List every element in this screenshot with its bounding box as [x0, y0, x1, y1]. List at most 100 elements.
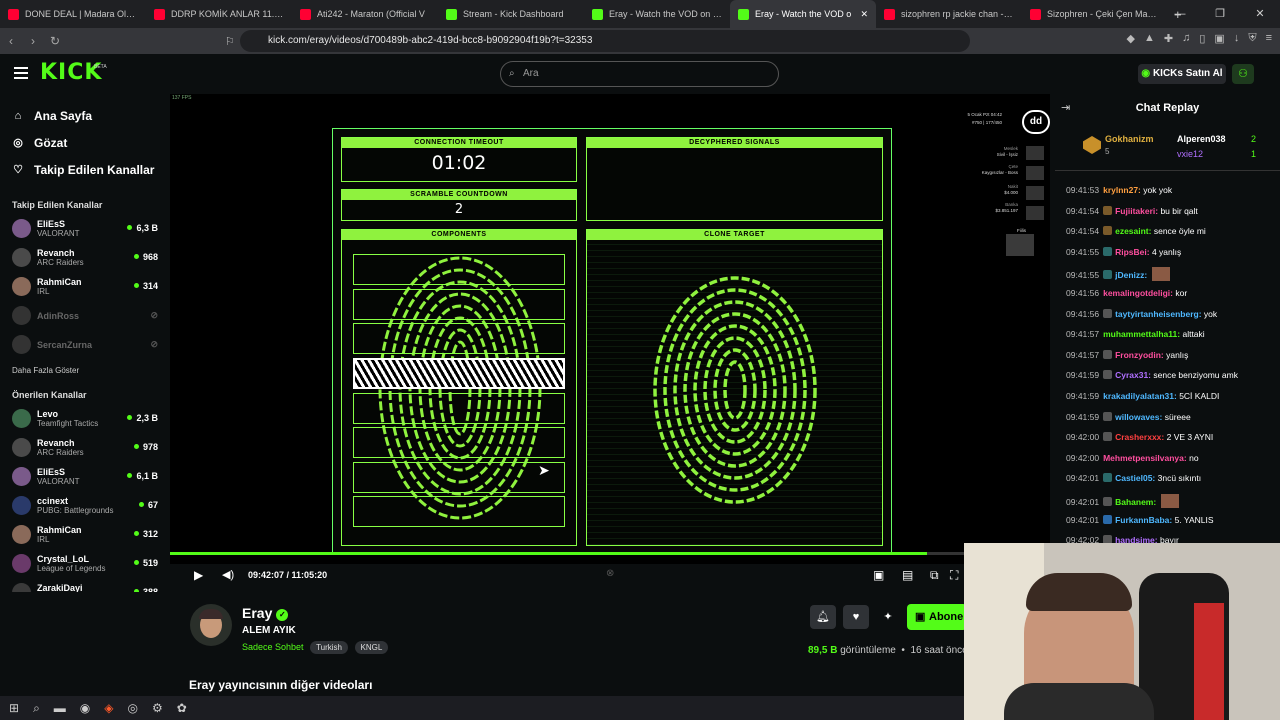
show-more-link[interactable]: Daha Fazla Göster [0, 359, 170, 382]
browser-tab[interactable]: Ati242 - Maraton (Official V [292, 0, 438, 28]
extension-icon[interactable]: ◆ [1127, 32, 1135, 45]
category-link[interactable]: Sadece Sohbet [242, 642, 304, 652]
close-tab-icon[interactable]: ✕ [860, 9, 868, 20]
chat-username[interactable]: FurkannBaba: [1115, 515, 1172, 525]
chat-username[interactable]: jDenizz: [1115, 270, 1147, 280]
brave-icon[interactable]: ◈ [104, 701, 113, 715]
volume-icon[interactable]: ◀) [222, 568, 234, 581]
component-slot[interactable] [353, 496, 565, 527]
close-window-icon[interactable]: ✕ [1240, 0, 1280, 28]
chat-username[interactable]: willowaves: [1115, 412, 1162, 422]
url-field[interactable]: kick.com/eray/videos/d700489b-abc2-419d-… [240, 30, 970, 52]
chat-username[interactable]: krakadilyalatan31: [1103, 391, 1177, 401]
browser-tab[interactable]: Sizophren - Çeki Çen Maceral [1022, 0, 1168, 28]
chat-username[interactable]: Cyrax31: [1115, 370, 1151, 380]
chat-username[interactable]: ezesaint: [1115, 226, 1151, 236]
folder-icon[interactable]: ▬ [54, 701, 66, 715]
chat-username[interactable]: Bahanem: [1115, 497, 1156, 507]
channel-avatar[interactable] [190, 604, 232, 646]
chat-badge-icon [1103, 514, 1113, 524]
download-icon[interactable]: ↓ [1234, 32, 1240, 45]
channel-item-name: RahmiCan [37, 277, 82, 287]
component-slot[interactable] [353, 289, 565, 320]
kicks-wallet-icon[interactable]: ⚇ [1232, 64, 1254, 84]
back-icon[interactable]: ‹ [0, 34, 22, 48]
component-slot[interactable] [353, 462, 565, 493]
component-slot[interactable] [353, 427, 565, 458]
music-icon[interactable]: ♫ [1182, 32, 1190, 45]
chat-username[interactable]: kemalingotdeligi: [1103, 288, 1173, 298]
bookmark-icon[interactable]: ⚐ [225, 35, 235, 48]
play-icon[interactable]: ▶ [194, 568, 203, 582]
sparkle-icon[interactable]: ✦ [875, 605, 901, 629]
component-slot[interactable] [353, 323, 565, 354]
sidebar-icon[interactable]: ▯ [1199, 32, 1205, 45]
channel-item[interactable]: ccinext PUBG: Battlegrounds 67 [0, 491, 170, 520]
channel-item[interactable]: SercanZurna ⊘ [0, 330, 170, 359]
notification-bell-icon[interactable]: 🔔︎ [810, 605, 836, 629]
follow-heart-icon[interactable]: ♥ [843, 605, 869, 629]
video-progress-bar[interactable] [170, 552, 1050, 555]
channel-item[interactable]: RahmiCan IRL 312 [0, 520, 170, 549]
video-player[interactable]: 137 FPS CONNECTION TIMEOUT 01:02 SCRAMBL… [170, 94, 1050, 564]
target-fingerprint [653, 276, 817, 504]
forward-icon[interactable]: › [22, 34, 44, 48]
chat-username[interactable]: Fujiitakeri: [1115, 206, 1158, 216]
chat-username[interactable]: RipsBei: [1115, 247, 1149, 257]
chat-username[interactable]: Crasherxxx: [1115, 432, 1164, 442]
channel-item[interactable]: Revanch ARC Raiders 978 [0, 433, 170, 462]
minimize-icon[interactable]: — [1160, 0, 1200, 28]
fullscreen-icon[interactable]: ⛶ [950, 568, 958, 583]
chat-username[interactable]: Castiel05: [1115, 473, 1155, 483]
tag-kngl[interactable]: KNGL [354, 641, 389, 654]
chat-username[interactable]: Fronzyodin: [1115, 350, 1164, 360]
channel-item[interactable]: AdinRoss ⊘ [0, 301, 170, 330]
browser-tab[interactable]: sizophren rp jackie chan - You [876, 0, 1022, 28]
tag-turkish[interactable]: Turkish [310, 641, 349, 654]
channel-name[interactable]: Eray ✓ [242, 605, 289, 621]
wallet-icon[interactable]: ▣ [1214, 32, 1224, 45]
subscribe-button[interactable]: ▣ Abone [907, 604, 967, 630]
clip-icon[interactable]: ⧉ [930, 568, 939, 583]
component-slot[interactable] [353, 393, 565, 424]
component-slot[interactable] [353, 254, 565, 285]
channel-item[interactable]: Crystal_LoL League of Legends 519 [0, 549, 170, 578]
browser-tab[interactable]: Eray - Watch the VOD on Kick [584, 0, 730, 28]
search-taskbar-icon[interactable]: ⌕ [33, 701, 40, 716]
obs-icon[interactable]: ◎ [128, 701, 138, 715]
chat-username[interactable]: krylnn27: [1103, 185, 1141, 195]
maximize-icon[interactable]: ❐ [1200, 0, 1240, 28]
app-icon[interactable]: ✿ [177, 701, 187, 715]
sidebar-nav-item[interactable]: ⌂ Ana Sayfa [0, 102, 170, 129]
menu-icon[interactable]: ≡ [1266, 32, 1272, 45]
steam-icon[interactable]: ⚙ [152, 701, 163, 715]
chat-username[interactable]: taytyirtanheisenberg: [1115, 309, 1201, 319]
browser-tab[interactable]: DONE DEAL | Madara Olduk # [0, 0, 146, 28]
channel-item[interactable]: Levo Teamfight Tactics 2,3 B [0, 404, 170, 433]
extension-icon[interactable]: ▲ [1144, 32, 1155, 45]
center-icon[interactable]: ⊗ [606, 568, 614, 579]
channel-item[interactable]: Revanch ARC Raiders 968 [0, 243, 170, 272]
buy-kicks-button[interactable]: ◉ KICKs Satın Al [1138, 64, 1226, 84]
browser-icon[interactable]: ◉ [80, 701, 90, 715]
windows-start-icon[interactable]: ⊞ [9, 701, 19, 715]
pip-icon[interactable]: ▤ [902, 568, 913, 582]
chat-username[interactable]: muhammettalha11: [1103, 329, 1180, 339]
sidebar-nav-item[interactable]: ♡ Takip Edilen Kanallar [0, 156, 170, 183]
browser-tab[interactable]: DDRP KOMİK ANLAR 11. BÖLÜ [146, 0, 292, 28]
chat-timestamp: 09:42:00 [1066, 452, 1100, 463]
browser-tab[interactable]: Eray - Watch the VOD o ✕ [730, 0, 876, 28]
channel-item[interactable]: EliEsS VALORANT 6,1 B [0, 462, 170, 491]
reload-icon[interactable]: ↻ [44, 34, 66, 48]
chat-username[interactable]: Mehmetpensilvanya: [1103, 453, 1187, 463]
theater-icon[interactable]: ▣ [873, 568, 884, 582]
search-input[interactable]: ⌕ Ara [500, 61, 779, 87]
puzzle-icon[interactable]: ✚ [1164, 32, 1173, 45]
channel-item[interactable]: RahmiCan IRL 314 [0, 272, 170, 301]
browser-tab[interactable]: Stream - Kick Dashboard [438, 0, 584, 28]
hamburger-icon[interactable] [14, 67, 28, 79]
sidebar-nav-item[interactable]: ◎ Gözat [0, 129, 170, 156]
channel-item[interactable]: EliEsS VALORANT 6,3 B [0, 214, 170, 243]
shield-icon[interactable]: ⛨ [1248, 32, 1256, 45]
component-slot-selected[interactable] [353, 358, 565, 389]
